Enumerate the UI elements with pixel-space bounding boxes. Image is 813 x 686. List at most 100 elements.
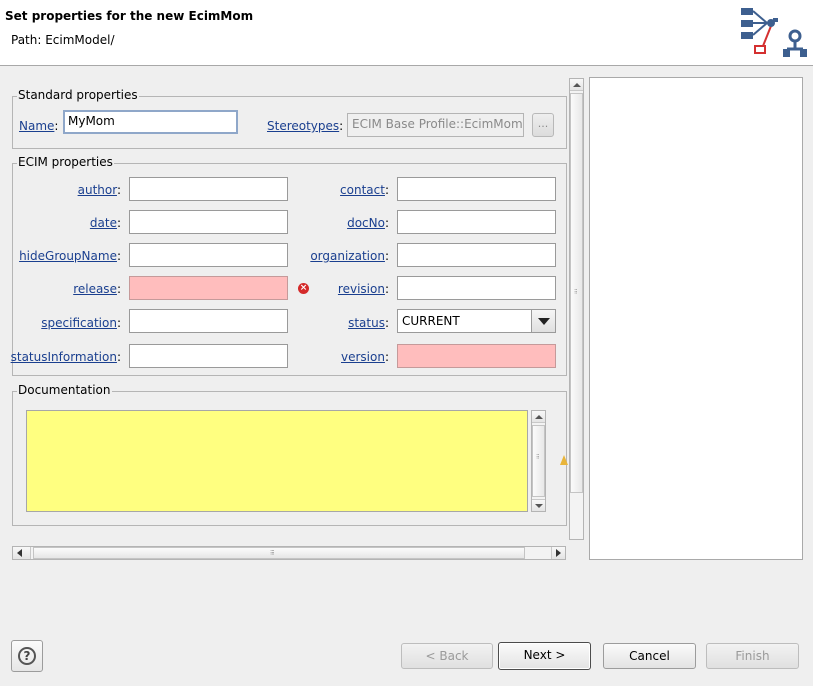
help-button[interactable]: ?: [11, 640, 43, 672]
status-label[interactable]: status:: [348, 316, 389, 330]
release-colon: :: [116, 282, 121, 296]
doc-scroll-thumb[interactable]: ⁝⁝: [532, 425, 545, 497]
stereotypes-label[interactable]: Stereotypes:: [267, 119, 343, 133]
dialog-title: Set properties for the new EcimMom: [5, 9, 254, 23]
release-input[interactable]: [129, 276, 288, 300]
dialog-header: Set properties for the new EcimMom Path:…: [0, 0, 813, 66]
status-select[interactable]: CURRENT: [397, 309, 556, 333]
organization-colon: :: [384, 249, 389, 263]
main-scroll-thumb[interactable]: ⁝⁝: [570, 93, 583, 493]
stereotypes-browse-button[interactable]: ...: [532, 113, 554, 137]
standard-properties-legend: Standard properties: [17, 88, 139, 102]
error-icon: ×: [298, 283, 309, 294]
grip-icon: ⁝⁝: [574, 288, 578, 296]
revision-colon: :: [384, 282, 389, 296]
version-input[interactable]: [397, 344, 556, 368]
author-colon: :: [116, 183, 121, 197]
statusinformation-input[interactable]: [129, 344, 288, 368]
status-select-value: CURRENT: [402, 314, 460, 328]
hidegroupname-label[interactable]: hideGroupName:: [19, 249, 121, 263]
status-link[interactable]: status: [348, 316, 385, 330]
hidegroupname-input[interactable]: [129, 243, 288, 267]
contact-label[interactable]: contact:: [340, 183, 389, 197]
hidegroupname-colon: :: [116, 249, 121, 263]
main-vertical-scrollbar[interactable]: ⁝⁝: [569, 78, 584, 540]
grip-icon: ⁝⁝: [536, 453, 540, 461]
ecim-mom-logo: [741, 8, 807, 57]
date-link[interactable]: date: [90, 216, 117, 230]
status-dropdown-button[interactable]: [531, 310, 555, 332]
doc-scroll-down-button[interactable]: [532, 499, 545, 511]
version-link[interactable]: version: [341, 350, 385, 364]
author-input[interactable]: [129, 177, 288, 201]
stereotypes-field: ECIM Base Profile::EcimMom: [347, 113, 524, 137]
author-label[interactable]: author:: [78, 183, 121, 197]
doc-scroll-up-button[interactable]: [532, 411, 545, 423]
next-button[interactable]: Next >: [498, 642, 591, 670]
docno-label[interactable]: docNo:: [347, 216, 389, 230]
date-input[interactable]: [129, 210, 288, 234]
statusinformation-label[interactable]: statusInformation:: [11, 350, 121, 364]
arrow-up-icon: [573, 83, 581, 87]
next-button-label: Next >: [523, 648, 566, 662]
date-label[interactable]: date:: [90, 216, 121, 230]
documentation-textarea[interactable]: [26, 410, 528, 512]
stereotypes-link[interactable]: Stereotypes: [267, 119, 339, 133]
specification-colon: :: [116, 316, 121, 330]
date-colon: :: [116, 216, 121, 230]
main-horizontal-scrollbar[interactable]: ⁝⁝⁝: [12, 546, 566, 560]
name-label[interactable]: Name:: [19, 119, 58, 133]
documentation-scrollbar[interactable]: ⁝⁝: [531, 410, 546, 512]
docno-input[interactable]: [397, 210, 556, 234]
revision-label[interactable]: revision:: [338, 282, 389, 296]
organization-input[interactable]: [397, 243, 556, 267]
specification-label[interactable]: specification:: [41, 316, 121, 330]
name-link[interactable]: Name: [19, 119, 54, 133]
h-scroll-left-button[interactable]: [13, 547, 31, 559]
cancel-button-label: Cancel: [629, 649, 670, 663]
warning-icon: [560, 455, 568, 465]
revision-input[interactable]: [397, 276, 556, 300]
statusinformation-link[interactable]: statusInformation: [11, 350, 117, 364]
documentation-legend: Documentation: [17, 383, 112, 397]
organization-label[interactable]: organization:: [310, 249, 389, 263]
preview-panel: [589, 77, 803, 560]
name-colon: :: [54, 119, 59, 133]
contact-colon: :: [384, 183, 389, 197]
finish-button[interactable]: Finish: [706, 643, 799, 669]
status-colon: :: [384, 316, 389, 330]
help-icon: ?: [18, 647, 36, 665]
h-scroll-thumb[interactable]: ⁝⁝⁝: [33, 547, 525, 559]
release-link[interactable]: release: [73, 282, 117, 296]
arrow-down-icon: [535, 504, 543, 508]
stereotypes-colon: :: [339, 119, 344, 133]
version-colon: :: [384, 350, 389, 364]
finish-button-label: Finish: [735, 649, 770, 663]
docno-colon: :: [384, 216, 389, 230]
h-scroll-right-button[interactable]: [551, 547, 565, 559]
organization-link[interactable]: organization: [310, 249, 385, 263]
statusinformation-colon: :: [116, 350, 121, 364]
docno-link[interactable]: docNo: [347, 216, 385, 230]
back-button-label: < Back: [425, 649, 469, 663]
arrow-right-icon: [556, 549, 561, 557]
version-label[interactable]: version:: [341, 350, 389, 364]
main-scroll-up-button[interactable]: [570, 79, 583, 91]
cancel-button[interactable]: Cancel: [603, 643, 696, 669]
revision-link[interactable]: revision: [338, 282, 385, 296]
hidegroupname-link[interactable]: hideGroupName: [19, 249, 117, 263]
author-link[interactable]: author: [78, 183, 117, 197]
grip-icon: ⁝⁝⁝: [270, 549, 275, 557]
back-button[interactable]: < Back: [401, 643, 493, 669]
contact-link[interactable]: contact: [340, 183, 385, 197]
chevron-down-icon: [538, 318, 550, 325]
specification-link[interactable]: specification: [41, 316, 117, 330]
name-input[interactable]: MyMom: [63, 110, 238, 134]
arrow-up-icon: [535, 415, 543, 419]
contact-input[interactable]: [397, 177, 556, 201]
release-label[interactable]: release:: [73, 282, 121, 296]
arrow-left-icon: [17, 549, 22, 557]
specification-input[interactable]: [129, 309, 288, 333]
ecim-properties-legend: ECIM properties: [17, 155, 114, 169]
dialog-path: Path: EcimModel/: [11, 33, 115, 47]
